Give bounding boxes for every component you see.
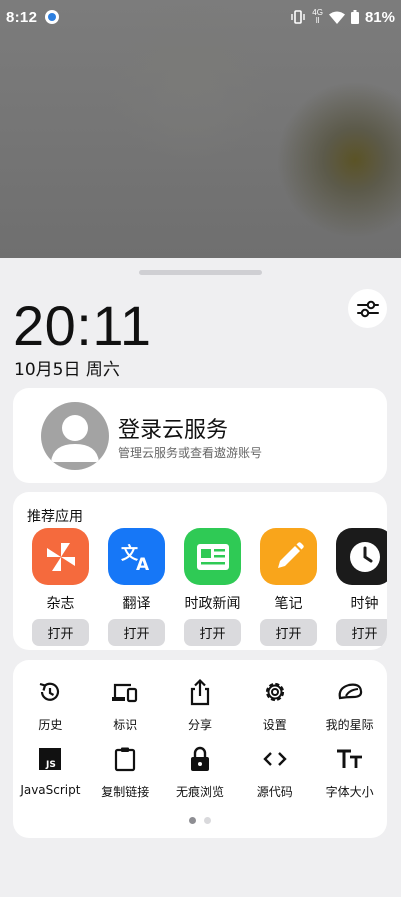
- clipboard-icon: [115, 747, 136, 772]
- tool-private-browsing[interactable]: 无痕浏览: [163, 745, 238, 799]
- page-indicator: [13, 817, 387, 824]
- tool-label: JavaScript: [20, 783, 81, 797]
- app-icon-tile[interactable]: 文 A: [108, 528, 165, 585]
- app-magazine: 杂志 打开: [32, 528, 89, 646]
- panel-clock: 20:11: [13, 294, 152, 357]
- app-icon-tile[interactable]: [260, 528, 317, 585]
- lock-icon: [190, 746, 209, 771]
- app-clock: 时钟 打开: [336, 528, 387, 646]
- avatar: [41, 402, 109, 470]
- app-name: 杂志: [46, 596, 75, 612]
- page-dot[interactable]: [204, 817, 211, 824]
- tool-javascript[interactable]: JS JavaScript: [13, 745, 88, 798]
- pencil-icon: [277, 541, 304, 568]
- javascript-icon: JS: [39, 748, 62, 770]
- app-news: 时政新闻 打开: [184, 528, 241, 646]
- news-icon: [196, 543, 229, 570]
- app-name: 翻译: [122, 596, 151, 612]
- panel-date: 10月5日 周六: [14, 360, 120, 380]
- blurred-background: [0, 0, 401, 258]
- recommended-apps-title: 推荐应用: [27, 509, 83, 525]
- code-icon: [263, 752, 287, 766]
- tool-label: 历史: [38, 718, 63, 732]
- tool-label: 分享: [187, 718, 212, 732]
- open-button[interactable]: 打开: [260, 619, 317, 646]
- tool-label: 字体大小: [325, 785, 374, 799]
- font-size-icon: [336, 749, 362, 768]
- status-icons: 4G ll 81%: [290, 9, 395, 26]
- quick-tools-grid: 历史 标识 分享 设置 我的星际 JS JavaScript 复制链接 无痕浏览…: [13, 678, 387, 799]
- control-panel-sheet: 20:11 10月5日 周六 登录云服务 管理云服务或查看遨游账号 推荐应用 杂…: [0, 258, 401, 897]
- app-name: 笔记: [274, 596, 303, 612]
- status-bar: 8:12 4G ll 81%: [0, 0, 401, 34]
- share-icon: [190, 678, 210, 706]
- panel-settings-button[interactable]: [348, 289, 387, 328]
- app-name: 时钟: [350, 596, 379, 612]
- app-notes: 笔记 打开: [260, 528, 317, 646]
- cloud-login-card[interactable]: 登录云服务 管理云服务或查看遨游账号: [13, 388, 387, 483]
- pinwheel-icon: [46, 542, 75, 571]
- clock-icon: [349, 541, 380, 572]
- app-translate: 文 A 翻译 打开: [108, 528, 165, 646]
- tool-font-size[interactable]: 字体大小: [312, 745, 387, 799]
- history-icon: [40, 682, 60, 701]
- network-type-indicator: 4G ll: [312, 9, 323, 25]
- gear-icon: [265, 682, 284, 702]
- drag-handle[interactable]: [139, 270, 262, 275]
- recommended-apps-list: 杂志 打开 文 A 翻译 打开 时政新闻 打开 笔记 打开 时钟 打开: [32, 528, 387, 646]
- planet-icon: [338, 683, 362, 700]
- open-button[interactable]: 打开: [184, 619, 241, 646]
- battery-icon: [350, 10, 359, 24]
- tool-source-code[interactable]: 源代码: [237, 745, 312, 799]
- tool-label: 源代码: [256, 785, 293, 799]
- translate-icon: 文 A: [121, 543, 150, 574]
- wifi-icon: [328, 11, 345, 24]
- tool-label: 设置: [262, 718, 287, 732]
- login-subtitle: 管理云服务或查看遨游账号: [118, 446, 263, 460]
- tool-label: 无痕浏览: [175, 785, 224, 799]
- vibrate-icon: [291, 10, 305, 24]
- devices-icon: [112, 683, 138, 703]
- user-placeholder-icon: [51, 415, 99, 462]
- sliders-icon: [356, 300, 379, 317]
- open-button[interactable]: 打开: [336, 619, 387, 646]
- tool-devices[interactable]: 标识: [88, 678, 163, 732]
- tool-label: 我的星际: [325, 718, 374, 732]
- app-icon-tile[interactable]: [184, 528, 241, 585]
- network-signal-label: ll: [315, 16, 320, 25]
- browser-notification-icon: [45, 10, 60, 24]
- open-button[interactable]: 打开: [108, 619, 165, 646]
- tool-share[interactable]: 分享: [163, 678, 238, 732]
- login-title: 登录云服务: [118, 418, 229, 443]
- recommended-apps-card: 推荐应用 杂志 打开 文 A 翻译 打开 时政新闻 打开 笔记 打开 时钟 打开: [13, 492, 387, 650]
- app-icon-tile[interactable]: [32, 528, 89, 585]
- battery-percentage: 81%: [364, 8, 395, 26]
- tool-planet[interactable]: 我的星际: [312, 678, 387, 732]
- svg-text:A: A: [136, 555, 150, 574]
- quick-tools-card: 历史 标识 分享 设置 我的星际 JS JavaScript 复制链接 无痕浏览…: [13, 660, 387, 838]
- svg-text:JS: JS: [45, 760, 56, 770]
- app-name: 时政新闻: [184, 596, 241, 612]
- page-dot-active[interactable]: [189, 817, 196, 824]
- tool-label: 标识: [113, 718, 138, 732]
- status-time: 8:12: [6, 8, 38, 26]
- tool-settings[interactable]: 设置: [237, 678, 312, 732]
- tool-history[interactable]: 历史: [13, 678, 88, 732]
- tool-copy-link[interactable]: 复制链接: [88, 745, 163, 799]
- app-icon-tile[interactable]: [336, 528, 387, 585]
- open-button[interactable]: 打开: [32, 619, 89, 646]
- tool-label: 复制链接: [101, 785, 150, 799]
